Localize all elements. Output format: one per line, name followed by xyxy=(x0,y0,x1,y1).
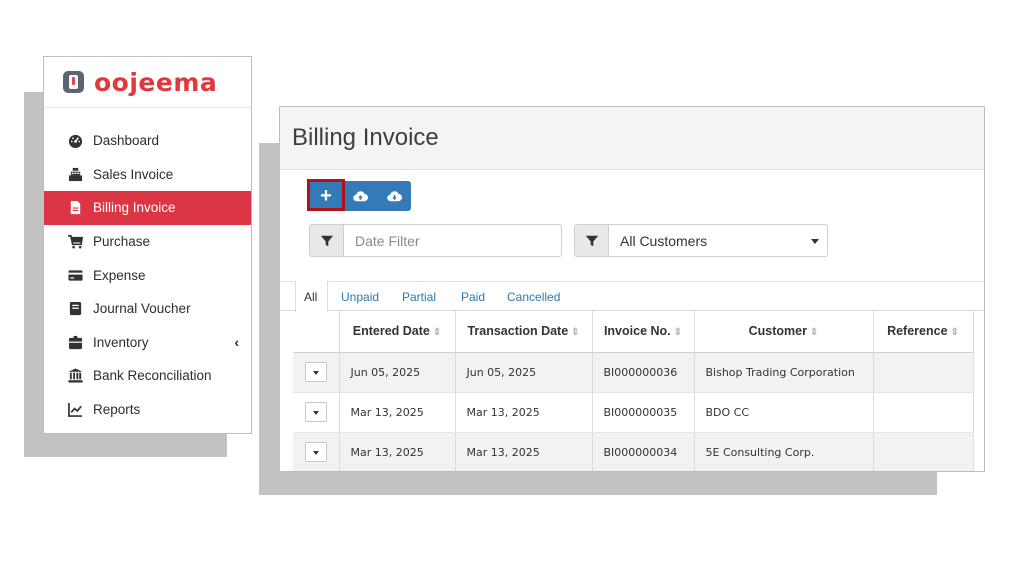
sidebar-item-billing-invoice[interactable]: Billing Invoice xyxy=(44,191,251,225)
book-icon xyxy=(66,301,84,316)
tab-unpaid[interactable]: Unpaid xyxy=(341,290,379,304)
transaction-date-cell: Mar 13, 2025 xyxy=(455,432,593,471)
sort-icon: ⇕ xyxy=(571,327,580,339)
customer-select[interactable]: All Customers xyxy=(609,225,827,256)
column-header-customer[interactable]: Customer ⇕ xyxy=(694,311,874,353)
customer-cell: BDO CC xyxy=(694,392,874,433)
filter-icon xyxy=(575,225,609,256)
dashboard-icon xyxy=(66,133,84,149)
file-icon xyxy=(66,200,84,215)
sidebar-item-purchase[interactable]: Purchase xyxy=(44,225,251,259)
date-filter xyxy=(309,224,562,257)
bank-icon xyxy=(66,368,84,383)
action-column-header xyxy=(293,311,340,353)
sidebar-item-label: Dashboard xyxy=(93,133,160,149)
transaction-date-cell: Mar 13, 2025 xyxy=(455,392,593,433)
invoice-table: Entered Date ⇕ Transaction Date ⇕ Invoice … xyxy=(293,311,974,471)
page-title: Billing Invoice xyxy=(292,124,439,151)
panel-header: Billing Invoice xyxy=(280,107,984,170)
row-dropdown-button[interactable] xyxy=(304,442,327,462)
table-row[interactable]: Mar 13, 2025 Mar 13, 2025 BI000000035 BD… xyxy=(293,392,974,433)
filter-icon xyxy=(310,225,344,256)
sidebar-item-label: Bank Reconciliation xyxy=(93,368,212,384)
row-action-cell xyxy=(293,392,340,433)
tab-partial[interactable]: Partial xyxy=(402,290,436,304)
sidebar-item-expense[interactable]: Expense xyxy=(44,258,251,292)
date-filter-input[interactable] xyxy=(344,225,544,256)
box-icon xyxy=(66,335,84,350)
chevron-left-icon[interactable]: ‹ xyxy=(234,334,239,350)
sidebar: oojeema Dashboard Sales Invoice Billing … xyxy=(43,56,252,434)
logo[interactable]: oojeema xyxy=(44,57,251,108)
cloud-download-icon xyxy=(386,190,402,201)
sidebar-item-label: Expense xyxy=(93,267,146,283)
sidebar-item-label: Sales Invoice xyxy=(93,166,174,182)
row-dropdown-button[interactable] xyxy=(304,362,327,382)
download-button[interactable] xyxy=(377,181,411,211)
invoice-no-cell: BI000000035 xyxy=(592,392,695,433)
entered-date-cell: Mar 13, 2025 xyxy=(339,392,456,433)
sidebar-item-bank-reconciliation[interactable]: Bank Reconciliation xyxy=(44,359,251,393)
reference-cell xyxy=(873,432,974,471)
sort-icon: ⇕ xyxy=(809,327,819,339)
sidebar-item-journal-voucher[interactable]: Journal Voucher xyxy=(44,292,251,326)
entered-date-cell: Jun 05, 2025 xyxy=(339,352,456,393)
sort-icon: ⇕ xyxy=(432,327,442,339)
table-row[interactable]: Mar 13, 2025 Mar 13, 2025 BI000000034 5E… xyxy=(293,432,974,471)
sidebar-item-label: Billing Invoice xyxy=(93,200,176,216)
table-row[interactable]: Jun 05, 2025 Jun 05, 2025 BI000000036 Bi… xyxy=(293,352,974,393)
sidebar-item-label: Reports xyxy=(93,402,141,418)
credit-card-icon xyxy=(66,268,84,283)
column-header-transaction-date[interactable]: Transaction Date ⇕ xyxy=(455,311,593,353)
sidebar-item-label: Inventory xyxy=(93,334,149,350)
cart-icon xyxy=(66,234,84,249)
sort-icon: ⇕ xyxy=(950,327,959,339)
invoice-no-cell: BI000000034 xyxy=(592,432,695,471)
sidebar-item-reports[interactable]: Reports xyxy=(44,393,251,427)
toolbar: + xyxy=(309,181,411,211)
status-tabs: All Unpaid Partial Paid Cancelled xyxy=(280,281,984,312)
upload-button[interactable] xyxy=(343,181,377,211)
tab-all[interactable]: All xyxy=(304,290,317,304)
customer-cell: 5E Consulting Corp. xyxy=(694,432,874,471)
table-header-row: Entered Date ⇕ Transaction Date ⇕ Invoice … xyxy=(293,311,974,353)
tab-paid[interactable]: Paid xyxy=(461,290,485,304)
sort-icon: ⇕ xyxy=(673,327,683,339)
transaction-date-cell: Jun 05, 2025 xyxy=(455,352,593,393)
customer-select-value: All Customers xyxy=(620,232,708,249)
column-header-entered-date[interactable]: Entered Date ⇕ xyxy=(339,311,456,353)
tab-cancelled[interactable]: Cancelled xyxy=(507,290,560,304)
row-dropdown-button[interactable] xyxy=(304,402,327,422)
sidebar-item-inventory[interactable]: Inventory ‹ xyxy=(44,326,251,360)
sidebar-item-dashboard[interactable]: Dashboard xyxy=(44,124,251,158)
customer-filter: All Customers xyxy=(574,224,828,257)
logo-text: oojeema xyxy=(94,67,218,97)
caret-down-icon xyxy=(811,239,819,244)
billing-invoice-panel: Billing Invoice + All Customers All Unpa… xyxy=(279,106,985,472)
sidebar-item-label: Journal Voucher xyxy=(93,301,191,317)
sidebar-menu: Dashboard Sales Invoice Billing Invoice … xyxy=(44,108,251,426)
entered-date-cell: Mar 13, 2025 xyxy=(339,432,456,471)
cash-register-icon xyxy=(66,167,84,182)
customer-cell: Bishop Trading Corporation xyxy=(694,352,874,393)
reference-cell xyxy=(873,352,974,393)
add-button[interactable]: + xyxy=(309,181,343,211)
row-action-cell xyxy=(293,432,340,471)
invoice-no-cell: BI000000036 xyxy=(592,352,695,393)
column-header-invoice-no[interactable]: Invoice No. ⇕ xyxy=(592,311,695,353)
sidebar-item-label: Purchase xyxy=(93,234,151,250)
logo-icon xyxy=(63,71,84,93)
column-header-reference[interactable]: Reference ⇕ xyxy=(873,311,974,353)
sidebar-item-sales-invoice[interactable]: Sales Invoice xyxy=(44,158,251,192)
reference-cell xyxy=(873,392,974,433)
chart-icon xyxy=(66,402,84,417)
cloud-upload-icon xyxy=(352,190,368,201)
row-action-cell xyxy=(293,352,340,393)
